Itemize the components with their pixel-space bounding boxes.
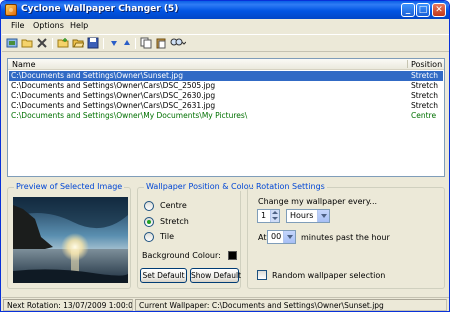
show-default-button[interactable]: Show Default: [190, 268, 241, 283]
background-colour-label: Background Colour:: [142, 251, 221, 260]
minutes-past-text: minutes past the hour: [301, 233, 390, 242]
column-header-position[interactable]: Position: [411, 60, 442, 69]
app-window: Cyclone Wallpaper Changer (5) _ □ ✕ File…: [0, 0, 450, 312]
preview-group: Preview of Selected Image: [7, 182, 131, 289]
minute-value: 00: [271, 232, 282, 241]
list-item[interactable]: C:\Documents and Settings\Owner\Cars\DSC…: [9, 101, 443, 111]
next-rotation-status: Next Rotation: 13/07/2009 1:00:00 PM: [3, 299, 133, 311]
column-separator[interactable]: [407, 60, 408, 68]
rotation-settings-group: Rotation Settings Change my wallpaper ev…: [247, 182, 445, 289]
list-item-position: Centre: [411, 111, 437, 120]
add-image-icon[interactable]: [6, 37, 18, 49]
list-item-path: C:\Documents and Settings\Owner\My Docum…: [11, 111, 248, 120]
open-folder-icon[interactable]: [21, 37, 33, 49]
list-item-position: Stretch: [411, 71, 439, 80]
interval-stepper[interactable]: 1: [257, 209, 280, 223]
menu-options[interactable]: Options: [33, 21, 64, 30]
list-item-path: C:\Documents and Settings\Owner\Sunset.j…: [11, 71, 183, 80]
toolbar-separator: [52, 38, 53, 49]
paste-icon[interactable]: [155, 37, 167, 49]
stepper-down-icon[interactable]: [272, 217, 278, 220]
list-item-path: C:\Documents and Settings\Owner\Cars\DSC…: [11, 91, 216, 100]
list-item[interactable]: C:\Documents and Settings\Owner\Sunset.j…: [9, 71, 443, 81]
minute-select[interactable]: 00: [267, 230, 296, 244]
list-item-position: Stretch: [411, 101, 439, 110]
at-label: At: [258, 233, 267, 242]
menu-file[interactable]: File: [11, 21, 24, 30]
window-title: Cyclone Wallpaper Changer (5): [21, 4, 179, 14]
random-selection-checkbox[interactable]: [257, 270, 267, 280]
menu-bar: File Options Help: [2, 19, 449, 33]
interval-value: 1: [261, 211, 267, 220]
radio-tile-label: Tile: [160, 232, 175, 241]
column-header-name[interactable]: Name: [12, 60, 36, 69]
close-button[interactable]: ✕: [432, 3, 446, 17]
list-item-path: C:\Documents and Settings\Owner\Cars\DSC…: [11, 101, 216, 110]
radio-centre-button[interactable]: [144, 201, 154, 211]
toolbar-separator: [135, 38, 136, 49]
list-item-position: Stretch: [411, 81, 439, 90]
chevron-down-icon[interactable]: [283, 231, 295, 243]
wallpaper-position-group: Wallpaper Position & Colour Centre Stret…: [137, 182, 259, 289]
interval-stepper-arrows[interactable]: [270, 210, 279, 222]
new-folder-icon[interactable]: [57, 37, 69, 49]
move-up-icon[interactable]: [121, 37, 133, 49]
list-item[interactable]: C:\Documents and Settings\Owner\My Docum…: [9, 111, 443, 121]
radio-tile-button[interactable]: [144, 232, 154, 242]
move-down-icon[interactable]: [108, 37, 120, 49]
list-header: Name Position: [8, 59, 444, 70]
search-icon[interactable]: [170, 37, 186, 49]
set-default-button[interactable]: Set Default: [140, 268, 187, 283]
wallpaper-position-label: Wallpaper Position & Colour: [144, 182, 259, 191]
toolbar: [2, 34, 449, 52]
current-wallpaper-status: Current Wallpaper: C:\Documents and Sett…: [135, 299, 447, 311]
open-icon[interactable]: [72, 37, 84, 49]
change-wallpaper-text: Change my wallpaper every...: [258, 197, 378, 206]
radio-stretch-label: Stretch: [160, 217, 189, 226]
radio-stretch-button[interactable]: [144, 217, 154, 227]
cyclone-app-icon: [5, 4, 17, 16]
rotation-settings-label: Rotation Settings: [254, 182, 327, 191]
radio-centre-label: Centre: [160, 201, 187, 210]
wallpaper-list[interactable]: Name Position C:\Documents and Settings\…: [7, 58, 445, 177]
chevron-down-icon[interactable]: [317, 210, 329, 222]
toolbar-separator: [103, 38, 104, 49]
preview-group-label: Preview of Selected Image: [14, 182, 125, 191]
stepper-up-icon[interactable]: [272, 211, 278, 214]
maximize-button[interactable]: □: [416, 3, 430, 17]
background-colour-swatch[interactable]: [228, 251, 237, 260]
minimize-button[interactable]: _: [401, 3, 415, 17]
copy-icon[interactable]: [140, 37, 152, 49]
list-item[interactable]: C:\Documents and Settings\Owner\Cars\DSC…: [9, 81, 443, 91]
random-selection-label: Random wallpaper selection: [272, 271, 386, 280]
list-item[interactable]: C:\Documents and Settings\Owner\Cars\DSC…: [9, 91, 443, 101]
interval-unit-value: Hours: [290, 211, 314, 220]
title-bar[interactable]: Cyclone Wallpaper Changer (5) _ □ ✕: [1, 1, 449, 19]
delete-icon[interactable]: [36, 37, 48, 49]
interval-unit-select[interactable]: Hours: [286, 209, 330, 223]
list-item-path: C:\Documents and Settings\Owner\Cars\DSC…: [11, 81, 216, 90]
wallpaper-preview-image: [13, 197, 128, 283]
menu-help[interactable]: Help: [70, 21, 88, 30]
status-bar: Next Rotation: 13/07/2009 1:00:00 PM Cur…: [2, 297, 449, 311]
save-icon[interactable]: [87, 37, 99, 49]
list-item-position: Stretch: [411, 91, 439, 100]
